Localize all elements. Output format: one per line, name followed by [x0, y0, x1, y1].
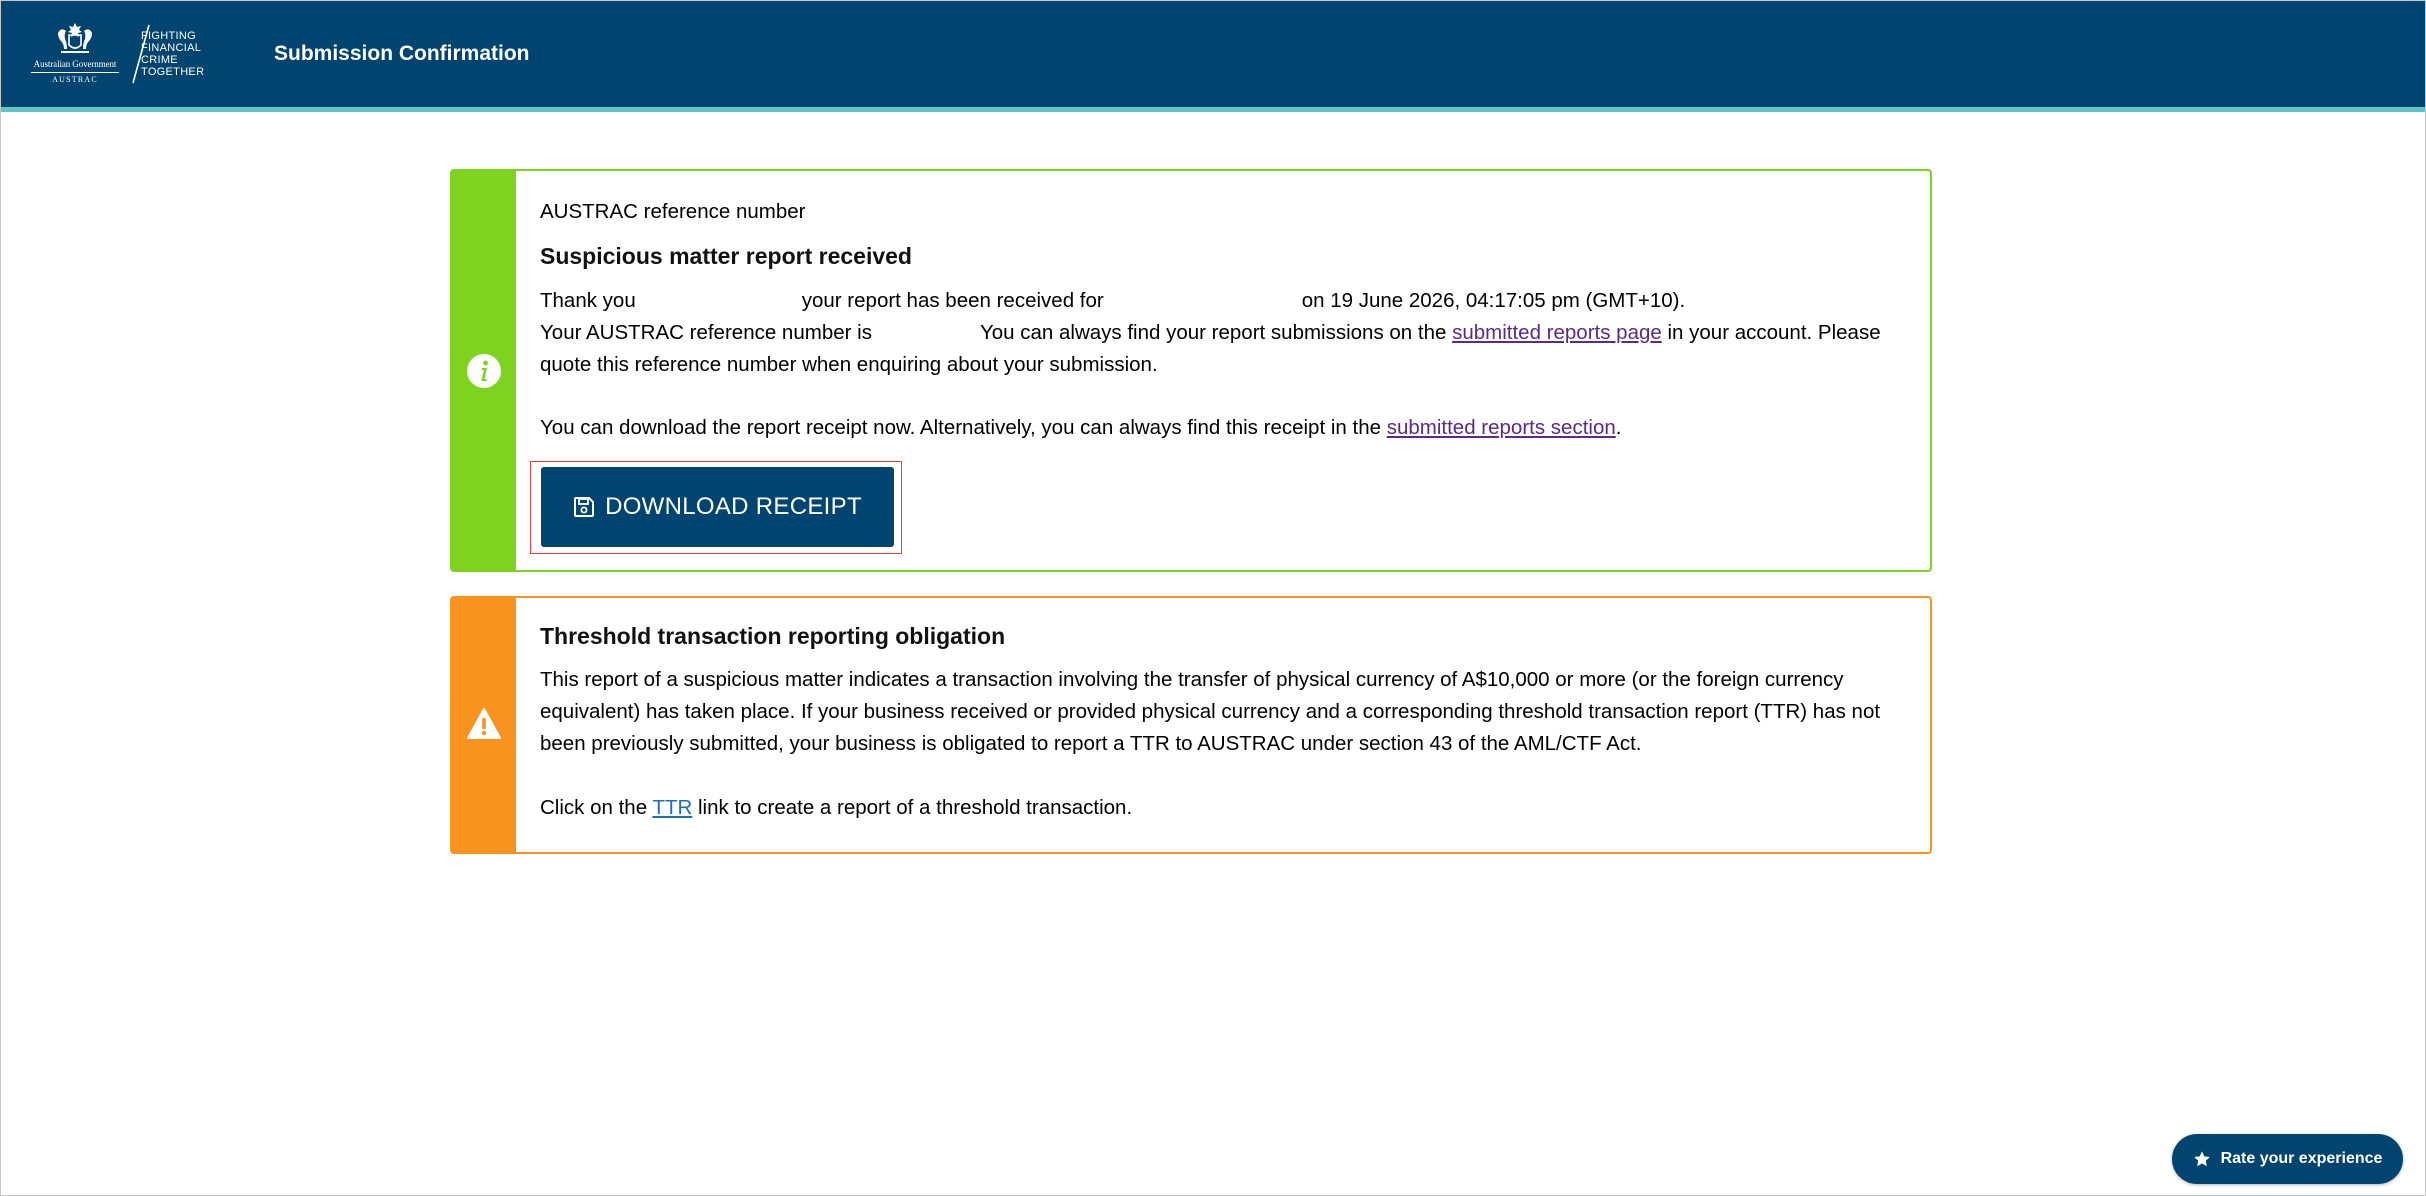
threshold-obligation-text: This report of a suspicious matter indic… [540, 668, 1881, 755]
submitted-reports-page-link[interactable]: submitted reports page [1452, 321, 1662, 344]
tagline-line: CRIME [141, 54, 178, 66]
page-title: Submission Confirmation [274, 42, 530, 65]
ttr-link[interactable]: TTR [652, 796, 692, 819]
confirmation-message: Thank you your report has been received f… [540, 285, 1904, 381]
download-text: You can download the report receipt now.… [540, 416, 1382, 439]
reference-prefix: Your AUSTRAC reference number is [540, 321, 872, 344]
logo-divider [31, 72, 119, 73]
tagline-line: TOGETHER [141, 66, 205, 78]
thanks-mid: your report has been received for [801, 289, 1104, 312]
star-icon [2193, 1151, 2210, 1167]
reference-number-label: AUSTRAC reference number [540, 200, 806, 223]
warning-stripe [452, 598, 516, 852]
tagline-line: FINANCIAL [141, 42, 202, 54]
report-received-heading: Suspicious matter report received [540, 243, 912, 269]
submitted-reports-section-link[interactable]: submitted reports section [1387, 416, 1616, 439]
download-receipt-button[interactable]: DOWNLOAD RECEIPT [541, 467, 894, 547]
success-stripe [452, 171, 516, 570]
threshold-obligation-heading: Threshold transaction reporting obligati… [540, 623, 1006, 649]
save-icon [574, 497, 595, 517]
agency-label: AUSTRAC [52, 75, 98, 84]
tagline-line: FIGHTING [141, 30, 196, 42]
download-message: You can download the report receipt now.… [540, 412, 1904, 444]
rate-experience-label: Rate your experience [2220, 1150, 2383, 1167]
download-text-end: . [1615, 416, 1622, 439]
top-header: Australian Government AUSTRAC FIGHTING F… [1, 1, 2425, 112]
ttr-instruction: Click on the TTR link to create a report… [540, 792, 1904, 824]
reference-suffix: You can always find your report submissi… [979, 321, 1447, 344]
warning-icon [467, 708, 501, 739]
click-prefix: Click on the [540, 796, 648, 819]
thanks-prefix: Thank you [540, 289, 636, 312]
download-receipt-label: DOWNLOAD RECEIPT [605, 493, 862, 520]
click-suffix: link to create a report of a threshold t… [698, 796, 1133, 819]
submission-datetime: on 19 June 2026, 04:17:05 pm (GMT+10). [1301, 289, 1686, 312]
coat-of-arms-icon [58, 23, 92, 53]
government-label: Australian Government [33, 59, 117, 69]
threshold-obligation-card: Threshold transaction reporting obligati… [450, 596, 1932, 854]
info-icon [467, 354, 501, 388]
fighting-financial-crime-tagline: FIGHTING FINANCIAL CRIME TOGETHER [141, 30, 204, 78]
australian-government-logo[interactable]: Australian Government AUSTRAC [27, 21, 123, 85]
rate-experience-button[interactable]: Rate your experience [2172, 1134, 2403, 1184]
